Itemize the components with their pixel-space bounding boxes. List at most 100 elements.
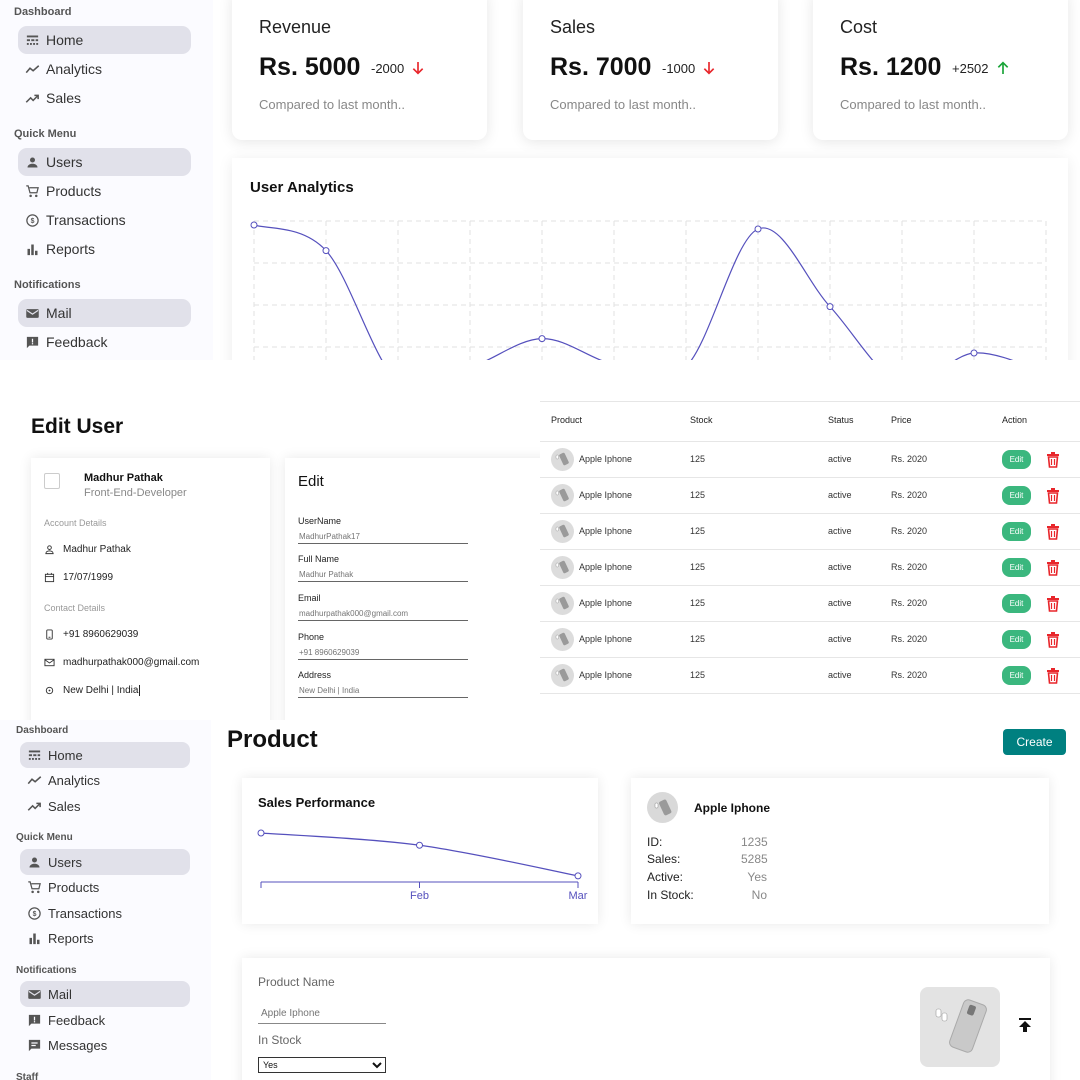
sidebar-item-reports[interactable]: Reports <box>20 925 190 951</box>
edit-user-panel: Edit User Madhur Pathak Front-End-Develo… <box>0 400 540 720</box>
exchange-icon: $ <box>24 212 40 228</box>
mail-icon <box>26 986 42 1002</box>
product-status: active <box>828 454 852 464</box>
sidebar-item-transactions[interactable]: $ Transactions <box>18 206 191 234</box>
sidebar-item-mail[interactable]: Mail <box>20 981 190 1007</box>
arrow-down-icon <box>703 62 715 75</box>
user-email-row: madhurpathak000@gmail.com <box>44 657 199 668</box>
field-label: UserName <box>298 516 342 526</box>
page-title: Edit User <box>31 415 124 438</box>
sidebar-item-analytics[interactable]: Analytics <box>20 767 190 793</box>
feedback-icon <box>26 1012 42 1028</box>
table-row: Apple Iphone 125 active Rs. 2020 Edit <box>540 442 1080 478</box>
table-row: Apple Iphone 125 active Rs. 2020 Edit <box>540 550 1080 586</box>
product-price: Rs. 2020 <box>891 634 928 644</box>
delete-icon[interactable] <box>1046 596 1060 612</box>
sidebar-item-messages[interactable]: Messages <box>20 1032 190 1058</box>
edit-button[interactable]: Edit <box>1002 630 1031 649</box>
sidebar-item-analytics[interactable]: Analytics <box>18 55 191 83</box>
sidebar-section-title: Quick Menu <box>14 128 77 140</box>
kpi-subtitle: Compared to last month.. <box>550 97 696 112</box>
column-header: Product <box>551 415 583 425</box>
edit-button[interactable]: Edit <box>1002 522 1031 541</box>
username-field[interactable] <box>298 530 468 544</box>
person-icon <box>26 854 42 870</box>
kpi-rate-value: -1000 <box>662 60 696 76</box>
sidebar-item-label: Messages <box>48 1037 108 1053</box>
delete-icon[interactable] <box>1046 560 1060 576</box>
text-caret <box>139 685 141 696</box>
upload-icon[interactable] <box>1018 1017 1032 1033</box>
user-username: Madhur Pathak <box>63 544 131 555</box>
arrow-down-icon <box>412 62 424 75</box>
info-value: No <box>751 888 767 902</box>
sidebar-item-label: Sales <box>46 90 82 106</box>
sidebar-item-feedback[interactable]: Feedback <box>18 328 191 356</box>
kpi-rate: +2502 <box>952 60 1011 76</box>
timeline-icon <box>24 61 40 77</box>
sidebar-item-users[interactable]: Users <box>18 148 191 176</box>
product-status: active <box>828 526 852 536</box>
table-row: Apple Iphone 125 active Rs. 2020 Edit <box>540 622 1080 658</box>
edit-title: Edit <box>298 473 324 490</box>
delete-icon[interactable] <box>1046 524 1060 540</box>
calendar-icon <box>44 572 55 583</box>
product-price: Rs. 2020 <box>891 562 928 572</box>
product-stock: 125 <box>690 526 706 536</box>
kpi-rate: -2000 <box>371 60 426 76</box>
sales-card: Sales Rs. 7000 -1000 Compared to last mo… <box>523 0 778 140</box>
fullname-field[interactable] <box>298 568 468 582</box>
edit-button[interactable]: Edit <box>1002 666 1031 685</box>
sidebar-item-users[interactable]: Users <box>20 849 190 875</box>
kpi-money: Rs. 5000 <box>259 53 361 81</box>
delete-icon[interactable] <box>1046 488 1060 504</box>
in-stock-select[interactable]: Yes No <box>258 1057 386 1073</box>
data-point <box>416 841 423 849</box>
avatar <box>44 473 60 489</box>
sidebar-item-products[interactable]: Products <box>20 874 190 900</box>
phone-field[interactable] <box>298 646 468 660</box>
create-button[interactable]: Create <box>1003 729 1066 755</box>
edit-button[interactable]: Edit <box>1002 594 1031 613</box>
sidebar-item-transactions[interactable]: $ Transactions <box>20 900 190 926</box>
sidebar-item-label: Feedback <box>48 1012 106 1028</box>
email-field[interactable] <box>298 607 468 621</box>
sidebar-item-label: Users <box>46 154 83 170</box>
product-name: Apple Iphone <box>579 526 633 536</box>
mail-icon <box>44 658 55 667</box>
delete-icon[interactable] <box>1046 668 1060 684</box>
sidebar-item-home[interactable]: Home <box>20 742 190 768</box>
column-header: Status <box>828 415 854 425</box>
delete-icon[interactable] <box>1046 452 1060 468</box>
svg-text:$: $ <box>32 911 36 918</box>
product-name-input[interactable] <box>258 1004 386 1024</box>
product-thumbnail <box>551 484 574 507</box>
sidebar-item-sales[interactable]: Sales <box>18 84 191 112</box>
product-stock: 125 <box>690 598 706 608</box>
kpi-rate: -1000 <box>662 60 717 76</box>
user-email: madhurpathak000@gmail.com <box>63 657 200 668</box>
field-label: Address <box>298 670 332 680</box>
kpi-subtitle: Compared to last month.. <box>840 97 986 112</box>
sidebar-item-mail[interactable]: Mail <box>18 299 191 327</box>
table-row: Apple Iphone 125 active Rs. 2020 Edit <box>540 586 1080 622</box>
sidebar-item-home[interactable]: Home <box>18 26 191 54</box>
bar-chart-icon <box>26 930 42 946</box>
sidebar-item-feedback[interactable]: Feedback <box>20 1007 190 1033</box>
field-label: Full Name <box>298 554 340 564</box>
product-name-label: Product Name <box>258 975 335 989</box>
sidebar-item-sales[interactable]: Sales <box>20 793 190 819</box>
field-label: Email <box>298 593 321 603</box>
edit-button[interactable]: Edit <box>1002 558 1031 577</box>
edit-button[interactable]: Edit <box>1002 450 1031 469</box>
sidebar-item-reports[interactable]: Reports <box>18 235 191 263</box>
person-icon <box>24 154 40 170</box>
sidebar-item-products[interactable]: Products <box>18 177 191 205</box>
address-field[interactable] <box>298 684 468 698</box>
user-birthday: 17/07/1999 <box>63 572 114 583</box>
product-status: active <box>828 634 852 644</box>
edit-button[interactable]: Edit <box>1002 486 1031 505</box>
sidebar-section-title: Staff <box>16 1072 39 1080</box>
user-address-row: New Delhi | India <box>44 685 141 696</box>
delete-icon[interactable] <box>1046 632 1060 648</box>
